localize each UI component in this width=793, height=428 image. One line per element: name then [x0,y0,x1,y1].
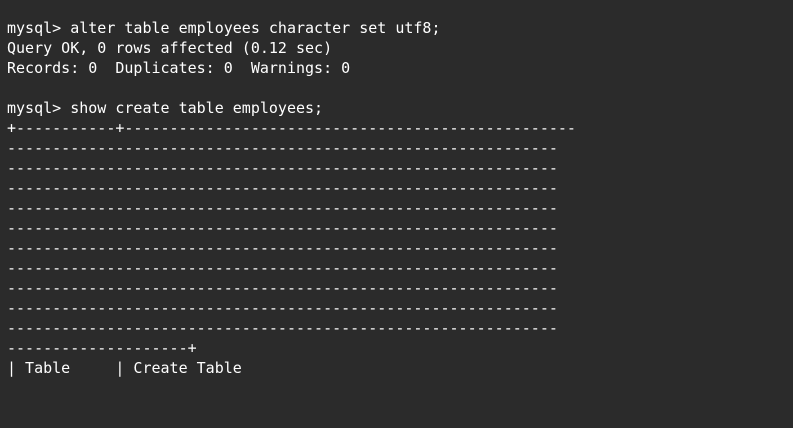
terminal-window[interactable]: mysql> alter table employees character s… [0,0,793,428]
records-output: Records: 0 Duplicates: 0 Warnings: 0 [7,59,351,77]
table-border-top: +-----------+---------------------------… [7,119,576,137]
table-border-line: ----------------------------------------… [7,199,558,217]
command-line-alter: mysql> alter table employees character s… [7,19,441,37]
table-border-line: ----------------------------------------… [7,159,558,177]
query-ok-output: Query OK, 0 rows affected (0.12 sec) [7,39,333,57]
table-border-line: ----------------------------------------… [7,299,558,317]
table-border-line: ----------------------------------------… [7,279,558,297]
table-header-row: | Table | Create Table [7,359,242,377]
table-border-line: ----------------------------------------… [7,319,558,337]
table-border-line: ----------------------------------------… [7,139,558,157]
command-line-show-create: mysql> show create table employees; [7,99,324,117]
table-border-line: ----------------------------------------… [7,219,558,237]
table-border-line: ----------------------------------------… [7,239,558,257]
table-border-line: ----------------------------------------… [7,259,558,277]
table-border-line: ----------------------------------------… [7,179,558,197]
table-border-end: --------------------+ [7,339,197,357]
